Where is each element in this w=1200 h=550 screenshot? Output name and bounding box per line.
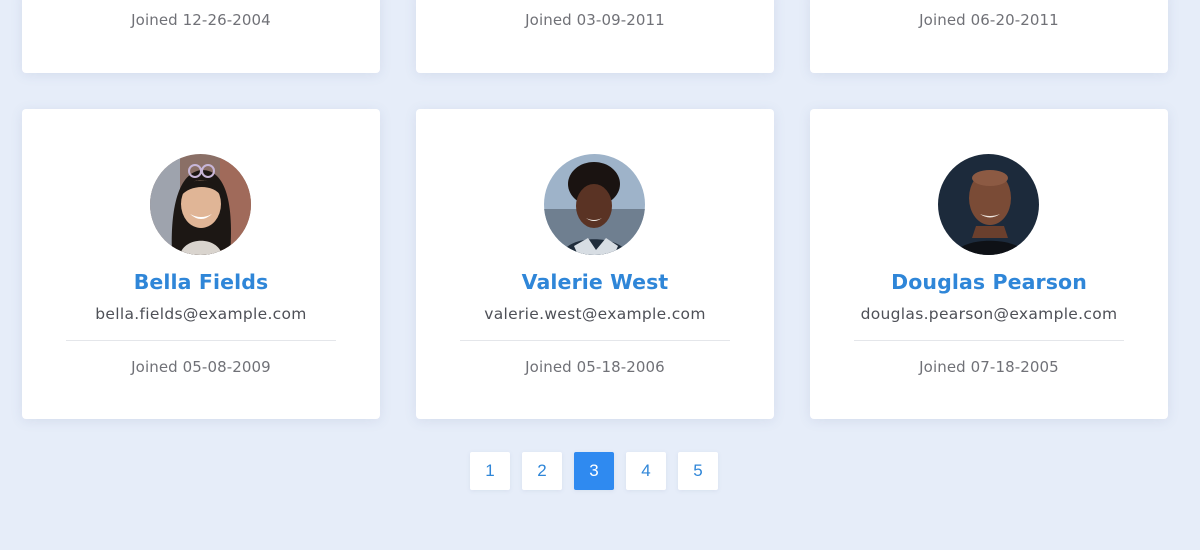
joined-date: Joined 05-18-2006 [525,358,665,376]
divider [460,340,730,341]
user-card-douglas-pearson: Douglas Pearson douglas.pearson@example.… [810,109,1168,419]
joined-date: Joined 12-26-2004 [131,11,271,29]
page-button-4[interactable]: 4 [626,452,666,490]
avatar [938,154,1039,255]
user-email: valerie.west@example.com [484,305,706,323]
page-button-3-current[interactable]: 3 [574,452,614,490]
user-card: Joined 03-09-2011 [416,0,774,73]
avatar [150,154,251,255]
avatar [544,154,645,255]
joined-date: Joined 06-20-2011 [919,11,1059,29]
pagination: 1 2 3 4 5 [470,452,730,490]
user-card: Joined 06-20-2011 [810,0,1168,73]
user-card: Joined 12-26-2004 [22,0,380,73]
user-name[interactable]: Douglas Pearson [810,270,1168,294]
user-card-valerie-west: Valerie West valerie.west@example.com Jo… [416,109,774,419]
joined-date: Joined 05-08-2009 [131,358,271,376]
user-name[interactable]: Bella Fields [22,270,380,294]
user-card-bella-fields: Bella Fields bella.fields@example.com Jo… [22,109,380,419]
divider [854,340,1124,341]
page-button-5[interactable]: 5 [678,452,718,490]
page-button-2[interactable]: 2 [522,452,562,490]
page-button-1[interactable]: 1 [470,452,510,490]
joined-date: Joined 03-09-2011 [525,11,665,29]
joined-date: Joined 07-18-2005 [919,358,1059,376]
user-email: bella.fields@example.com [95,305,307,323]
divider [66,340,336,341]
user-email: douglas.pearson@example.com [860,305,1118,323]
user-name[interactable]: Valerie West [416,270,774,294]
